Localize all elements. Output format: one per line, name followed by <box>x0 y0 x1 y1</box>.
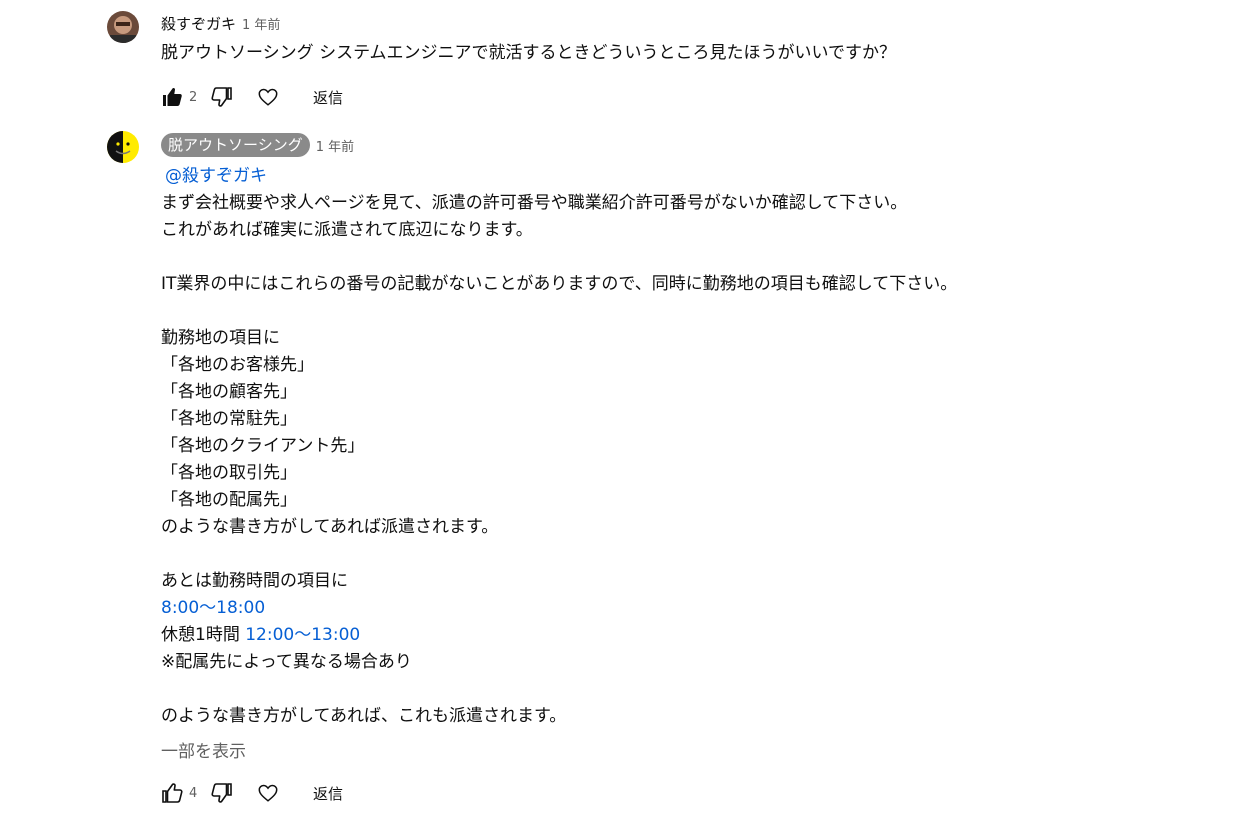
user-photo-avatar-icon <box>107 11 139 43</box>
reply-button[interactable]: 返信 <box>313 87 343 108</box>
mention-link[interactable]: @殺すぞガキ <box>165 166 267 186</box>
user-avatar[interactable] <box>107 11 139 43</box>
thumbs-down-icon <box>211 87 232 107</box>
channel-owner-badge[interactable]: 脱アウトソーシング <box>161 133 310 157</box>
heart-icon <box>258 88 278 106</box>
comment-text: 脱アウトソーシング システムエンジニアで就活するときどういうところ見たほうがいい… <box>161 43 897 63</box>
thumbs-up-icon <box>162 783 183 803</box>
text-line: あとは勤務時間の項目に <box>161 571 348 591</box>
thumbs-up-filled-icon <box>163 88 182 106</box>
comment-header: 脱アウトソーシング 1 年前 <box>161 133 354 157</box>
text-line: 勤務地の項目に <box>161 328 280 348</box>
break-label: 休憩1時間 <box>161 625 246 645</box>
like-count: 2 <box>189 89 198 105</box>
comment-time[interactable]: 1 年前 <box>242 14 280 33</box>
text-line <box>161 244 957 271</box>
dislike-button[interactable] <box>207 82 237 112</box>
like-count: 4 <box>189 785 198 801</box>
heart-button[interactable] <box>253 778 283 808</box>
reply-button[interactable]: 返信 <box>313 783 343 804</box>
dislike-button[interactable] <box>207 778 237 808</box>
heart-button[interactable] <box>253 82 283 112</box>
text-line <box>161 676 957 703</box>
comment-header: 殺すぞガキ 1 年前 <box>161 11 280 35</box>
text-line: 「各地の配属先」 <box>161 490 297 510</box>
channel-avatar[interactable] <box>107 131 139 163</box>
like-button[interactable] <box>157 82 187 112</box>
text-line: ※配属先によって異なる場合あり <box>161 652 412 672</box>
show-less-button[interactable]: 一部を表示 <box>161 737 246 762</box>
text-line: 「各地の常駐先」 <box>161 409 297 429</box>
text-line: IT業界の中にはこれらの番号の記載がないことがありますので、同時に勤務地の項目も… <box>161 274 958 294</box>
timestamp-link[interactable]: 12:00～13:00 <box>245 625 360 645</box>
author-name[interactable]: 殺すぞガキ <box>161 13 236 34</box>
thumbs-down-icon <box>211 783 232 803</box>
text-line: 「各地のお客様先」 <box>161 355 314 375</box>
text-line <box>161 541 957 568</box>
text-line: のような書き方がしてあれば派遣されます。 <box>161 517 499 537</box>
timestamp-link[interactable]: 8:00～18:00 <box>161 598 265 618</box>
text-line: 「各地の取引先」 <box>161 463 297 483</box>
text-line: まず会社概要や求人ページを見て、派遣の許可番号や職業紹介許可番号がないか確認して… <box>161 193 908 213</box>
comment-actions: 4 返信 <box>157 777 343 809</box>
text-line: これがあれば確実に派遣されて底辺になります。 <box>161 220 533 240</box>
text-line: 「各地の顧客先」 <box>161 382 297 402</box>
comment-time[interactable]: 1 年前 <box>316 136 354 155</box>
text-line: 「各地のクライアント先」 <box>161 436 365 456</box>
heart-icon <box>258 784 278 802</box>
text-line: のような書き方がしてあれば、これも派遣されます。 <box>161 706 567 726</box>
half-moon-face-avatar-icon <box>107 131 139 163</box>
comment-text: @殺すぞガキ まず会社概要や求人ページを見て、派遣の許可番号や職業紹介許可番号が… <box>161 163 957 730</box>
like-button[interactable] <box>157 778 187 808</box>
comment-actions: 2 返信 <box>157 81 343 113</box>
text-line <box>161 298 957 325</box>
